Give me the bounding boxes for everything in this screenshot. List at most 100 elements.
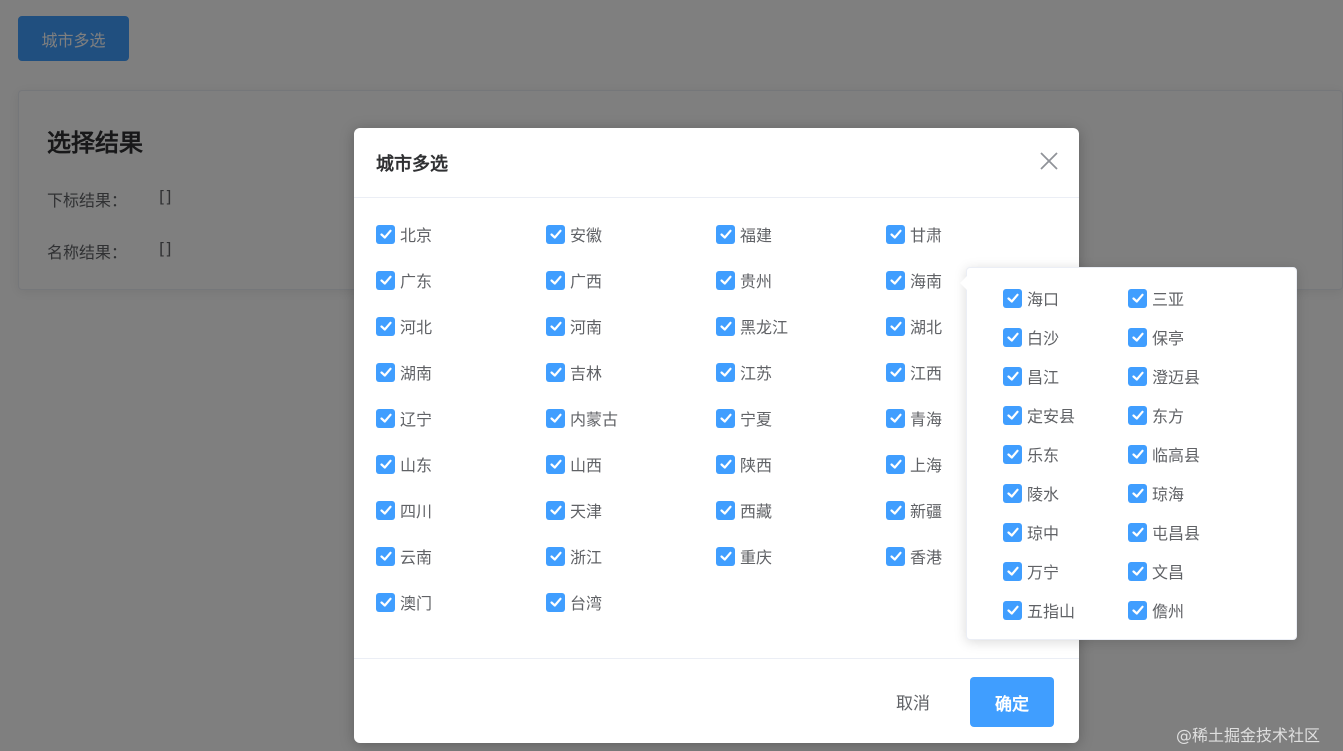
city-checkbox[interactable]: 三亚 [1128, 286, 1184, 310]
checkmark-icon[interactable] [376, 270, 395, 290]
checkmark-icon[interactable] [1128, 522, 1147, 542]
checkmark-icon[interactable] [376, 224, 395, 244]
province-checkbox[interactable]: 海南 [886, 268, 942, 292]
checkmark-icon[interactable] [716, 270, 735, 290]
checkmark-icon[interactable] [546, 546, 565, 566]
province-checkbox[interactable]: 吉林 [546, 360, 602, 384]
city-checkbox[interactable]: 东方 [1128, 403, 1184, 427]
checkmark-icon[interactable] [886, 500, 905, 520]
checkmark-icon[interactable] [546, 408, 565, 428]
province-checkbox[interactable]: 天津 [546, 498, 602, 522]
checkmark-icon[interactable] [1003, 600, 1022, 620]
province-checkbox[interactable]: 甘肃 [886, 222, 942, 246]
checkmark-icon[interactable] [1003, 522, 1022, 542]
city-checkbox[interactable]: 白沙 [1003, 325, 1059, 349]
province-checkbox[interactable]: 江苏 [716, 360, 772, 384]
province-checkbox[interactable]: 青海 [886, 406, 942, 430]
checkmark-icon[interactable] [886, 408, 905, 428]
checkmark-icon[interactable] [716, 546, 735, 566]
city-checkbox[interactable]: 屯昌县 [1128, 520, 1200, 544]
checkmark-icon[interactable] [1003, 444, 1022, 464]
checkmark-icon[interactable] [546, 224, 565, 244]
checkmark-icon[interactable] [716, 316, 735, 336]
checkmark-icon[interactable] [1128, 600, 1147, 620]
province-checkbox[interactable]: 内蒙古 [546, 406, 618, 430]
checkmark-icon[interactable] [376, 316, 395, 336]
checkmark-icon[interactable] [716, 500, 735, 520]
province-checkbox[interactable]: 福建 [716, 222, 772, 246]
checkmark-icon[interactable] [886, 224, 905, 244]
checkmark-icon[interactable] [716, 454, 735, 474]
checkmark-icon[interactable] [1003, 366, 1022, 386]
city-checkbox[interactable]: 临高县 [1128, 442, 1200, 466]
province-checkbox[interactable]: 山东 [376, 452, 432, 476]
city-checkbox[interactable]: 昌江 [1003, 364, 1059, 388]
province-checkbox[interactable]: 贵州 [716, 268, 772, 292]
checkmark-icon[interactable] [1003, 483, 1022, 503]
province-checkbox[interactable]: 重庆 [716, 544, 772, 568]
province-checkbox[interactable]: 浙江 [546, 544, 602, 568]
checkmark-icon[interactable] [546, 270, 565, 290]
city-checkbox[interactable]: 保亭 [1128, 325, 1184, 349]
city-checkbox[interactable]: 文昌 [1128, 559, 1184, 583]
city-checkbox[interactable]: 乐东 [1003, 442, 1059, 466]
city-checkbox[interactable]: 琼海 [1128, 481, 1184, 505]
checkmark-icon[interactable] [1003, 561, 1022, 581]
city-checkbox[interactable]: 定安县 [1003, 403, 1075, 427]
province-checkbox[interactable]: 澳门 [376, 590, 432, 614]
province-checkbox[interactable]: 香港 [886, 544, 942, 568]
province-checkbox[interactable]: 辽宁 [376, 406, 432, 430]
province-checkbox[interactable]: 陕西 [716, 452, 772, 476]
checkmark-icon[interactable] [376, 454, 395, 474]
cancel-button[interactable]: 取消 [876, 677, 950, 725]
checkmark-icon[interactable] [376, 500, 395, 520]
checkmark-icon[interactable] [716, 224, 735, 244]
province-checkbox[interactable]: 新疆 [886, 498, 942, 522]
province-checkbox[interactable]: 四川 [376, 498, 432, 522]
province-checkbox[interactable]: 河北 [376, 314, 432, 338]
city-checkbox[interactable]: 万宁 [1003, 559, 1059, 583]
city-checkbox[interactable]: 海口 [1003, 286, 1059, 310]
checkmark-icon[interactable] [1003, 327, 1022, 347]
checkmark-icon[interactable] [886, 362, 905, 382]
city-checkbox[interactable]: 儋州 [1128, 598, 1184, 622]
checkmark-icon[interactable] [1128, 327, 1147, 347]
province-checkbox[interactable]: 上海 [886, 452, 942, 476]
checkmark-icon[interactable] [376, 592, 395, 612]
checkmark-icon[interactable] [546, 500, 565, 520]
checkmark-icon[interactable] [716, 362, 735, 382]
province-checkbox[interactable]: 黑龙江 [716, 314, 788, 338]
checkmark-icon[interactable] [1003, 288, 1022, 308]
city-checkbox[interactable]: 陵水 [1003, 481, 1059, 505]
city-checkbox[interactable]: 澄迈县 [1128, 364, 1200, 388]
province-checkbox[interactable]: 云南 [376, 544, 432, 568]
province-checkbox[interactable]: 宁夏 [716, 406, 772, 430]
checkmark-icon[interactable] [546, 592, 565, 612]
checkmark-icon[interactable] [546, 454, 565, 474]
checkmark-icon[interactable] [1128, 405, 1147, 425]
province-checkbox[interactable]: 江西 [886, 360, 942, 384]
checkmark-icon[interactable] [886, 454, 905, 474]
checkmark-icon[interactable] [886, 316, 905, 336]
confirm-button[interactable]: 确定 [970, 677, 1054, 727]
checkmark-icon[interactable] [1128, 561, 1147, 581]
checkmark-icon[interactable] [376, 362, 395, 382]
province-checkbox[interactable]: 安徽 [546, 222, 602, 246]
checkmark-icon[interactable] [1128, 366, 1147, 386]
checkmark-icon[interactable] [376, 408, 395, 428]
province-checkbox[interactable]: 湖北 [886, 314, 942, 338]
checkmark-icon[interactable] [886, 270, 905, 290]
checkmark-icon[interactable] [1128, 288, 1147, 308]
province-checkbox[interactable]: 广东 [376, 268, 432, 292]
checkmark-icon[interactable] [1003, 405, 1022, 425]
close-icon[interactable] [1036, 148, 1062, 174]
province-checkbox[interactable]: 山西 [546, 452, 602, 476]
checkmark-icon[interactable] [546, 316, 565, 336]
province-checkbox[interactable]: 西藏 [716, 498, 772, 522]
checkmark-icon[interactable] [716, 408, 735, 428]
checkmark-icon[interactable] [886, 546, 905, 566]
province-checkbox[interactable]: 湖南 [376, 360, 432, 384]
checkmark-icon[interactable] [1128, 483, 1147, 503]
province-checkbox[interactable]: 台湾 [546, 590, 602, 614]
checkmark-icon[interactable] [376, 546, 395, 566]
